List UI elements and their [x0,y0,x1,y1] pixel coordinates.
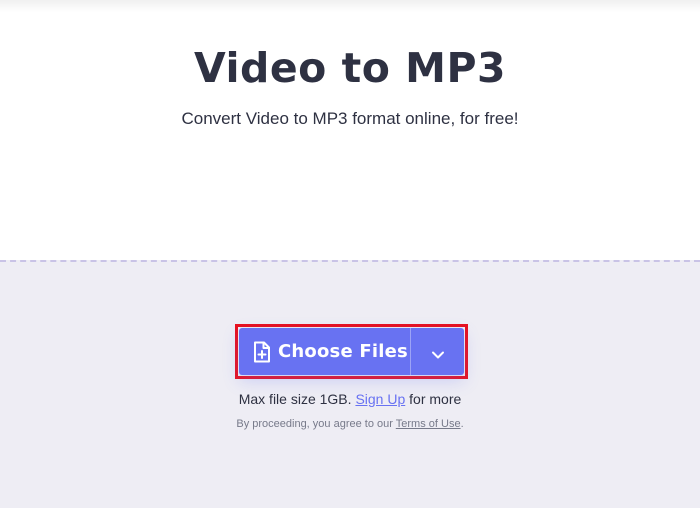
terms-prefix: By proceeding, you agree to our [236,418,393,430]
choose-files-label: Choose Files [278,341,408,362]
page-title: Video to MP3 [193,44,507,92]
chevron-down-icon [431,347,445,358]
size-note-prefix: Max file size 1GB. [238,391,352,407]
file-size-note: Max file size 1GB. Sign Up for more [0,389,700,409]
hero-section: Video to MP3 Convert Video to MP3 format… [0,0,700,260]
page-subtitle: Convert Video to MP3 format online, for … [181,109,519,128]
file-plus-icon [252,341,272,363]
file-drop-zone[interactable] [0,260,700,508]
terms-note: By proceeding, you agree to our Terms of… [0,416,700,432]
choose-files-button[interactable]: Choose Files [239,328,410,375]
upload-button-group: Choose Files [239,328,464,375]
header-shadow [0,0,700,12]
size-note-suffix: for more [409,391,462,407]
upload-source-dropdown-button[interactable] [411,328,464,375]
terms-of-use-link[interactable]: Terms of Use [396,418,461,430]
sign-up-link[interactable]: Sign Up [355,391,405,407]
terms-suffix: . [460,418,464,430]
